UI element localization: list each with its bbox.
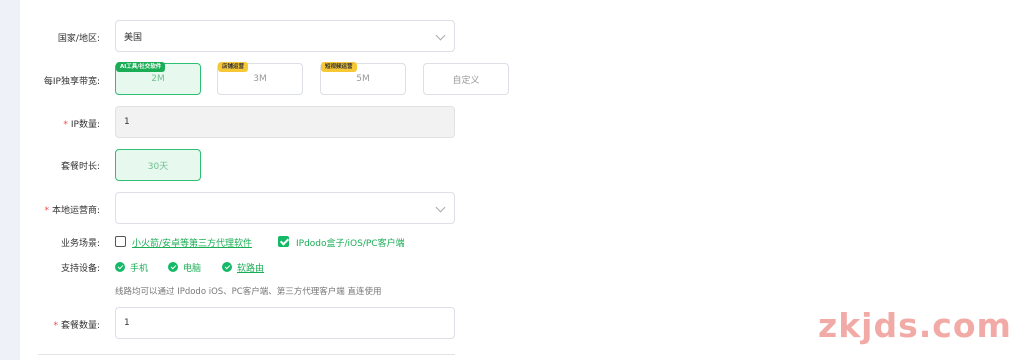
scenario-label: 业务场景: [60,239,100,249]
scenario-option-third-party[interactable]: 小火箭/安卓等第三方代理软件 [132,236,252,249]
bandwidth-label: 每IP独享带宽: [43,77,100,87]
country-value: 美国 [124,32,143,43]
required-mark: * [63,120,68,130]
chevron-down-icon [435,30,446,41]
quantity-label: * 套餐数量: [53,318,100,331]
bandwidth-option-3m[interactable]: 店铺运营 3M [217,62,303,95]
isp-label: * 本地运营商: [44,203,100,216]
check-circle-icon [168,262,178,272]
usage-hint: 线路均可以通过 IPdodo iOS、PC客户端、第三方代理客户端 直连使用 [115,287,382,297]
ip-count-label: * IP数量: [63,117,100,130]
quantity-value: 1 [124,318,130,328]
isp-label-text: 本地运营商: [51,206,100,216]
bandwidth-option-5m[interactable]: 短视频运营 5M [320,62,406,95]
scenario-checkbox-third-party[interactable] [115,236,126,247]
check-circle-icon [115,262,125,272]
bandwidth-tag: AI工具/社交软件 [116,62,166,72]
watermark: zkjds.com [818,306,1012,345]
left-sidebar-edge [0,0,20,360]
device-phone: 手机 [130,264,149,274]
devices-label: 支持设备: [60,264,100,274]
bandwidth-value: 2M [151,74,165,84]
duration-label: 套餐时长: [60,162,100,172]
bandwidth-value: 3M [253,74,267,84]
bandwidth-value: 5M [356,74,370,84]
check-circle-icon [222,262,232,272]
country-label: 国家/地区: [57,34,100,44]
isp-select[interactable] [115,192,455,224]
quantity-input[interactable]: 1 [115,307,455,339]
required-mark: * [53,321,58,331]
required-mark: * [44,206,49,216]
ip-count-input[interactable]: 1 [115,106,455,138]
duration-value: 30天 [147,161,169,172]
bandwidth-option-2m[interactable]: AI工具/社交软件 2M [115,62,201,95]
ip-count-label-text: IP数量: [70,120,100,130]
divider [38,354,455,355]
device-soft-router[interactable]: 软路由 [237,261,264,274]
chevron-down-icon [435,202,446,213]
bandwidth-value: 自定义 [452,75,480,86]
bandwidth-option-custom[interactable]: 自定义 [423,63,509,95]
ip-count-value: 1 [124,117,130,127]
device-pc: 电脑 [183,264,202,274]
bandwidth-tag: 短视频运营 [321,62,357,72]
scenario-checkbox-ipdodo[interactable] [278,236,289,247]
scenario-option-ipdodo[interactable]: IPdodo盒子/iOS/PC客户端 [296,236,405,249]
quantity-label-text: 套餐数量: [60,321,100,331]
country-select[interactable]: 美国 [115,20,455,52]
duration-option-30d[interactable]: 30天 [115,149,201,181]
bandwidth-tag: 店铺运营 [218,62,249,72]
